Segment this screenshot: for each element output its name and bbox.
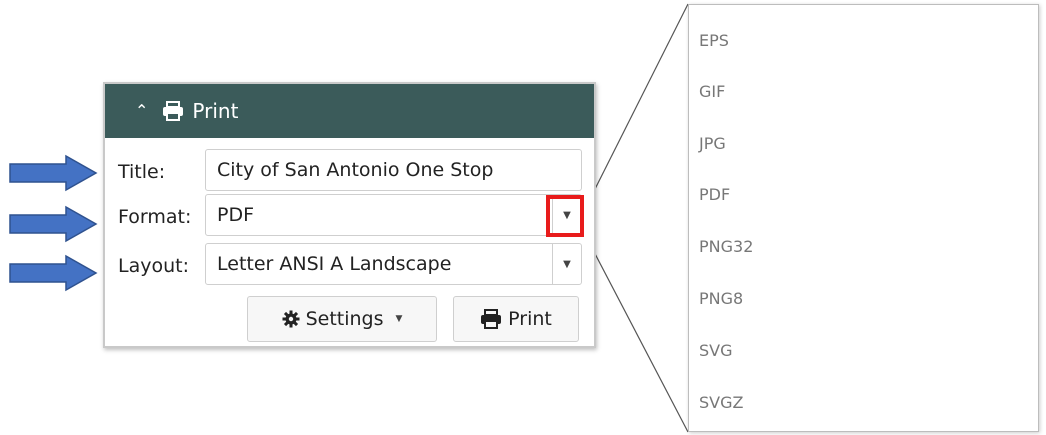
arrow-layout-icon [9,254,98,292]
arrow-title-icon [9,154,98,192]
format-option[interactable]: PDF [699,185,730,204]
printer-icon [163,101,184,121]
format-option[interactable]: SVG [699,341,733,360]
settings-button-label: Settings [305,308,384,330]
arrow-format-icon [9,205,98,243]
print-button[interactable]: Print [453,296,579,342]
panel-title: Print [192,99,239,123]
format-option[interactable]: EPS [699,31,729,50]
title-input[interactable]: City of San Antonio One Stop [205,149,582,191]
format-option[interactable]: SVGZ [699,393,743,412]
layout-select[interactable]: Letter ANSI A Landscape ▼ [205,243,582,285]
layout-label: Layout: [118,255,189,277]
format-option[interactable]: PNG32 [699,237,753,256]
print-button-label: Print [508,308,552,330]
caret-down-icon: ▼ [395,314,403,324]
chevron-up-icon[interactable]: ⌃ [135,103,148,119]
format-label: Format: [118,206,192,228]
format-option[interactable]: PNG8 [699,289,743,308]
print-panel-header[interactable]: ⌃ Print [105,84,594,138]
format-option[interactable]: JPG [699,134,726,153]
print-panel: ⌃ Print Title: City of San Antonio One S… [103,82,596,348]
settings-button[interactable]: Settings ▼ [247,296,437,342]
format-option[interactable]: GIF [699,82,725,101]
format-dropdown-list: EPS GIF JPG PDF PNG32 PNG8 SVG SVGZ [688,4,1039,432]
layout-select-value: Letter ANSI A Landscape [217,253,452,275]
printer-icon [481,309,502,329]
gear-icon [282,310,300,328]
title-input-value: City of San Antonio One Stop [217,159,494,181]
format-arrow-highlight [546,195,584,237]
format-select[interactable]: PDF ▼ [205,194,582,236]
layout-dropdown-arrow-icon[interactable]: ▼ [552,244,581,284]
format-select-value: PDF [217,204,255,226]
title-label: Title: [118,161,166,183]
